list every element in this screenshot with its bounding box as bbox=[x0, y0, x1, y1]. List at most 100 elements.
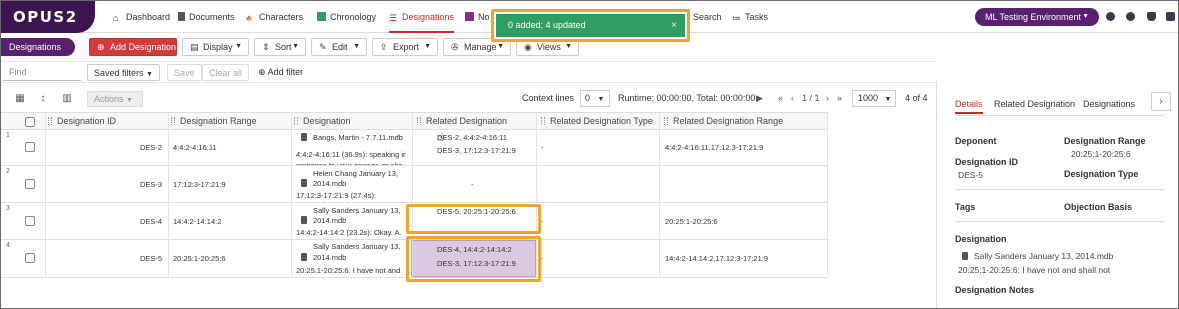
divider bbox=[955, 189, 1165, 190]
grip-icon bbox=[541, 117, 545, 125]
col-designation-range[interactable]: Designation Range bbox=[171, 113, 291, 130]
save-filter-button[interactable]: Save bbox=[167, 64, 202, 81]
tags-label: Tags bbox=[955, 202, 976, 212]
row-checkbox[interactable] bbox=[25, 253, 35, 263]
cell-snippet: 4:4:2-4:16:11 (36.9s): speaking in bbox=[296, 150, 406, 159]
play-icon[interactable]: ▶ bbox=[756, 93, 763, 104]
display-button[interactable]: ▤ Display ▼ bbox=[182, 38, 249, 56]
environment-selector[interactable]: ML Testing Environment ▼ bbox=[975, 8, 1099, 26]
designation-doc[interactable]: Sally Sanders January 13, 2014.mdb bbox=[962, 251, 1113, 261]
first-page-icon[interactable]: « bbox=[778, 93, 783, 103]
deponent-label: Deponent bbox=[955, 136, 997, 146]
find-input[interactable]: Find bbox=[3, 64, 81, 81]
context-lines-select[interactable]: 0 ▼ bbox=[580, 90, 610, 107]
main-toolbar: Designations ⊕ Add Designation ▤ Display ▼ … bbox=[1, 34, 936, 60]
nav-documents-label: Documents bbox=[189, 12, 235, 22]
row-checkbox[interactable] bbox=[25, 216, 35, 226]
grip-icon bbox=[171, 117, 175, 125]
nav-dashboard[interactable]: ⌂ Dashboard bbox=[113, 1, 170, 33]
table-row[interactable]: 2 DES-3 17:12:3-17:21:9 Helen Chang Janu… bbox=[1, 166, 827, 203]
col-related-designation-range[interactable]: Related Designation Range bbox=[664, 113, 824, 130]
designations-icon: ☰ bbox=[389, 13, 398, 23]
export-button[interactable]: ⇪ Export ▼ bbox=[372, 38, 438, 56]
actions-button[interactable]: Actions ▼ bbox=[87, 91, 143, 107]
tab-details[interactable]: Details bbox=[955, 99, 983, 114]
cell-range: 20:25:1-20:25:6 bbox=[173, 254, 226, 263]
page-size-select[interactable]: 1000 ▼ bbox=[852, 90, 896, 107]
environment-label: ML Testing Environment bbox=[985, 12, 1082, 22]
designation-text: 20:25:1-20:25:6: I have not and shall no… bbox=[958, 265, 1111, 275]
sort-button[interactable]: ⇕ Sort ▼ bbox=[254, 38, 306, 56]
chevron-down-icon: ▼ bbox=[597, 96, 605, 103]
col-related-designation[interactable]: Related Designation bbox=[417, 113, 532, 130]
table-row[interactable]: 1 DES-2 4:4:2-4:16:11 Bangs, Martin - 7.… bbox=[1, 130, 827, 166]
next-page-icon[interactable]: › bbox=[826, 93, 829, 103]
prev-page-icon[interactable]: ‹ bbox=[791, 93, 794, 103]
nav-search[interactable]: Search bbox=[693, 1, 722, 33]
row-checkbox[interactable] bbox=[25, 179, 35, 189]
grid-view-icon[interactable]: ▦ bbox=[14, 93, 26, 104]
edit-button[interactable]: ✎ Edit ▼ bbox=[311, 38, 367, 56]
nav-dashboard-label: Dashboard bbox=[126, 12, 171, 22]
grid-header: Designation ID Designation Range Designa… bbox=[1, 112, 827, 130]
chevron-down-icon: ▼ bbox=[1082, 13, 1089, 20]
tab-related-designation[interactable]: Related Designation bbox=[994, 99, 1075, 109]
last-page-icon[interactable]: » bbox=[837, 93, 842, 103]
tab-designations[interactable]: Designations bbox=[1083, 99, 1135, 109]
user-icon[interactable] bbox=[1126, 12, 1135, 21]
nav-designations[interactable]: ☰ Designations bbox=[389, 1, 455, 33]
actions-label: Actions bbox=[94, 94, 124, 104]
cell-related-type: - bbox=[541, 143, 544, 152]
help-icon[interactable] bbox=[1106, 12, 1115, 21]
nav-notes[interactable]: No bbox=[465, 1, 490, 33]
cell-id: DES-5 bbox=[140, 254, 163, 263]
plus-circle-icon: ⊕ bbox=[258, 67, 266, 77]
col-label: Related Designation Range bbox=[673, 116, 784, 126]
export-icon: ⇪ bbox=[380, 42, 388, 52]
cell-related-range: 14:4:2-14:14:2,17:12:3-17:21:9 bbox=[665, 254, 769, 263]
column-divider bbox=[45, 112, 46, 278]
details-panel: Details Related Designation Designations… bbox=[936, 81, 1178, 308]
saved-filters-dropdown[interactable]: Saved filters ▼ bbox=[87, 64, 160, 81]
select-all-checkbox[interactable] bbox=[25, 117, 35, 127]
cell-doc-2: 2014.mdb bbox=[301, 252, 346, 263]
document-icon bbox=[301, 253, 307, 261]
col-designation[interactable]: Designation bbox=[294, 113, 409, 130]
opus2-logo[interactable]: OPUS2 bbox=[1, 1, 95, 33]
gear-icon[interactable] bbox=[1166, 12, 1175, 21]
nav-documents[interactable]: Documents bbox=[178, 1, 235, 33]
nav-designations-label: Designations bbox=[402, 12, 455, 22]
columns-icon[interactable]: ▥ bbox=[61, 93, 73, 104]
characters-icon: ♣ bbox=[246, 13, 252, 23]
close-icon[interactable]: × bbox=[671, 14, 677, 37]
col-designation-id[interactable]: Designation ID bbox=[48, 113, 163, 130]
nav-chronology[interactable]: Chronology bbox=[317, 1, 376, 33]
chevron-down-icon: ▼ bbox=[884, 96, 892, 103]
chevron-down-icon: ▼ bbox=[424, 43, 431, 50]
highlight-row3-related bbox=[406, 204, 541, 234]
col-label: Related Designation bbox=[426, 116, 508, 126]
notes-label: Designation Notes bbox=[955, 285, 1035, 295]
cell-id: DES-2 bbox=[140, 143, 163, 152]
nav-tasks[interactable]: ≔ Tasks bbox=[732, 1, 768, 33]
column-divider bbox=[291, 112, 292, 278]
grip-icon bbox=[664, 117, 668, 125]
add-designation-button[interactable]: ⊕ Add Designation bbox=[89, 38, 177, 56]
row-number: 4 bbox=[6, 242, 10, 249]
nav-characters[interactable]: ♣ Characters bbox=[246, 1, 303, 33]
document-icon bbox=[301, 133, 307, 141]
views-label: Views bbox=[537, 42, 561, 52]
app-window: OPUS2 ⌂ Dashboard Documents ♣ Characters C… bbox=[0, 0, 1179, 309]
cell-doc-name: Bangs, Martin - 7.7.11.mdb bbox=[313, 133, 403, 142]
cell-doc: Sally Sanders January 13, bbox=[301, 241, 401, 252]
chevron-right-icon[interactable]: › bbox=[1151, 92, 1171, 111]
add-filter-button[interactable]: ⊕ Add filter bbox=[252, 64, 309, 81]
col-related-designation-type[interactable]: Related Designation Type bbox=[541, 113, 656, 130]
clear-all-button[interactable]: Clear all bbox=[202, 64, 250, 81]
manage-label: Manage bbox=[464, 42, 497, 52]
cell-range: 17:12:3-17:21:9 bbox=[173, 180, 226, 189]
row-checkbox[interactable] bbox=[25, 142, 35, 152]
bell-icon[interactable] bbox=[1147, 12, 1156, 21]
row-height-icon[interactable]: ↕ bbox=[37, 93, 49, 104]
cell-related-type: - bbox=[541, 254, 544, 263]
